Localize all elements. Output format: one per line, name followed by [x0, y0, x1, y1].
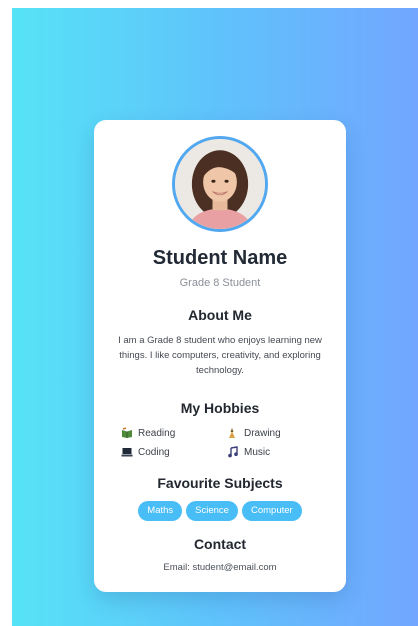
hobby-label: Music [244, 446, 271, 458]
contact-title: Contact [193, 536, 247, 552]
hobby-label: Reading [138, 427, 176, 439]
hobby-label: Coding [138, 446, 170, 458]
laptop-icon [121, 446, 133, 458]
subjects-title: Favourite Subjects [157, 475, 283, 491]
subjects-list: Maths Science Computer [94, 501, 346, 521]
subject-pill-maths: Maths [138, 501, 183, 521]
book-icon [121, 427, 133, 439]
hobby-coding: Coding [121, 445, 170, 459]
hobby-label: Drawing [244, 427, 281, 439]
music-note-icon [227, 446, 239, 458]
hobbies-title: My Hobbies [180, 400, 260, 416]
hobby-drawing: Drawing [227, 426, 281, 440]
subject-pill-computer: Computer [241, 501, 302, 521]
student-name: Student Name [152, 247, 288, 269]
profile-card: Student Name Grade 8 Student About Me I … [94, 120, 346, 592]
contact-email[interactable]: Email: student@email.com [94, 562, 346, 573]
hobby-reading: Reading [121, 426, 175, 440]
avatar [172, 136, 268, 232]
student-photo [175, 139, 265, 229]
about-text: I am a Grade 8 student who enjoys learni… [118, 335, 322, 376]
subject-pill-science: Science [186, 501, 238, 521]
paint-icon [227, 427, 239, 439]
hobby-music: Music [227, 445, 270, 459]
student-grade: Grade 8 Student [179, 277, 261, 289]
about-title: About Me [188, 307, 252, 323]
